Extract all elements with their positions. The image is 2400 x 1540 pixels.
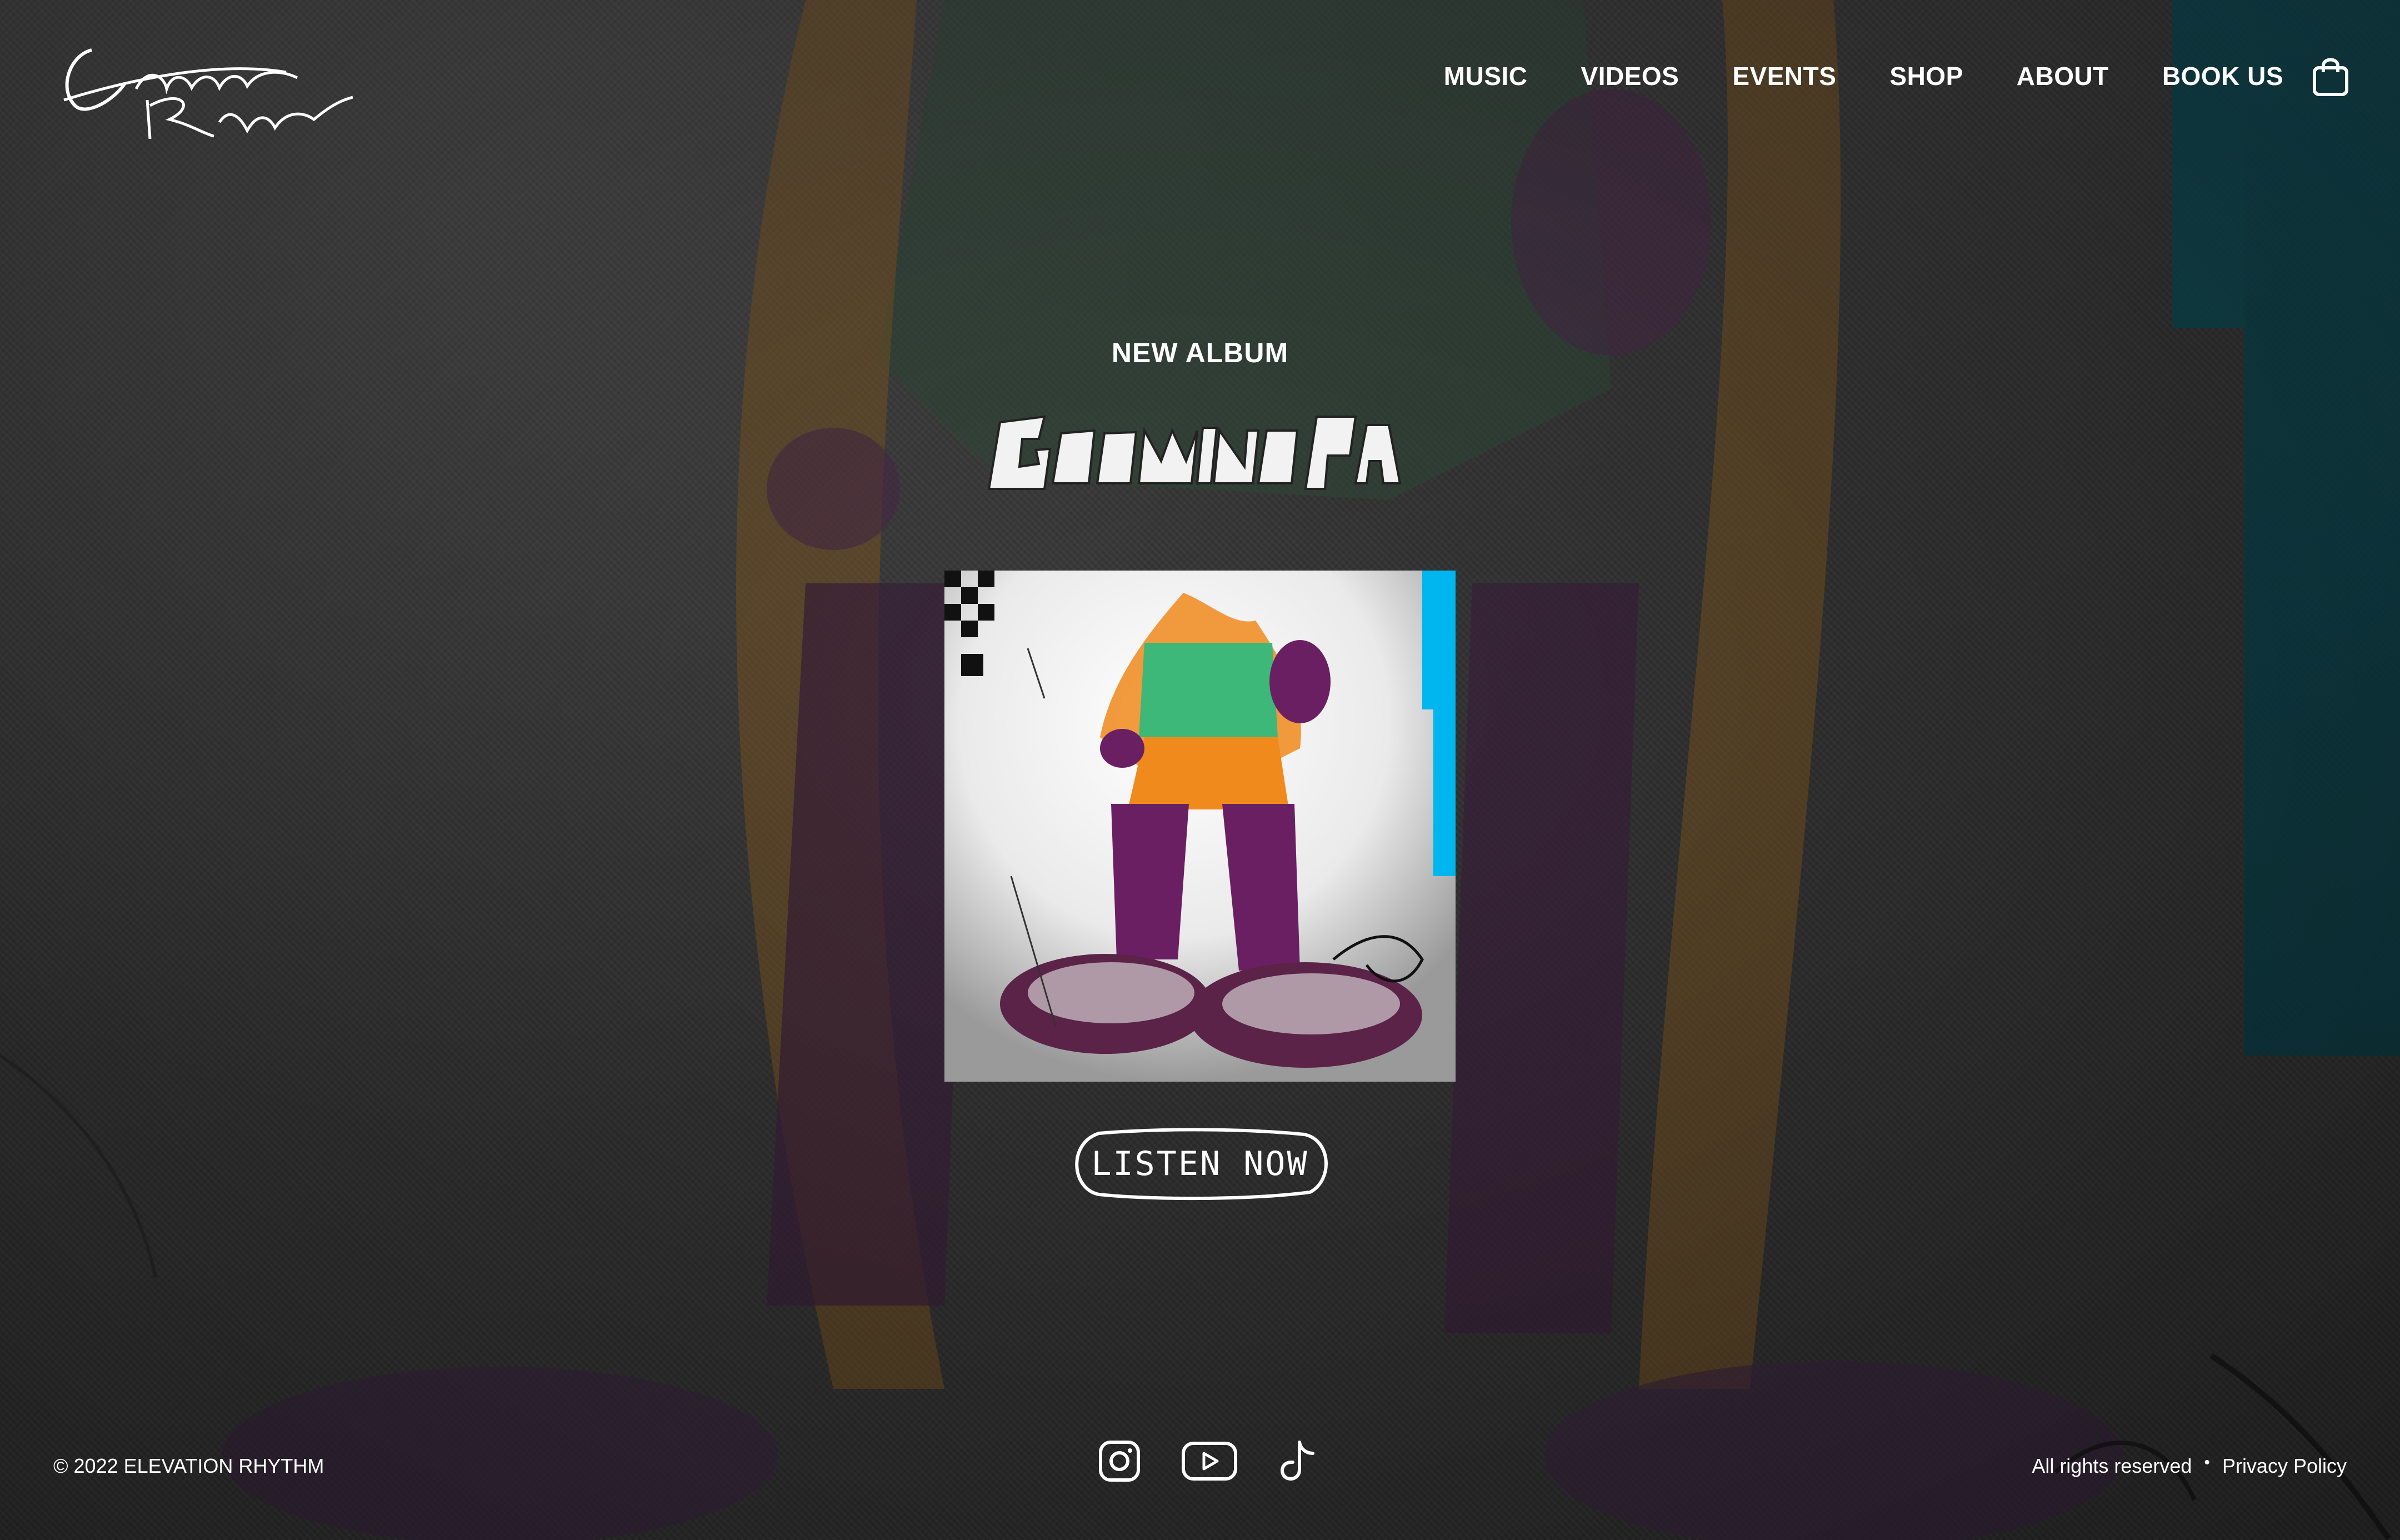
tiktok-icon[interactable] [1277,1439,1322,1483]
separator-dot: • [2204,1453,2210,1472]
nav-book-us[interactable]: BOOK US [2162,61,2283,91]
album-cover-illustration [944,571,1456,1082]
youtube-icon[interactable] [1181,1439,1238,1483]
script-logo-mark [63,48,353,139]
shopping-bag-icon[interactable] [2311,56,2350,98]
elevation-rhythm-logo[interactable] [53,22,353,144]
privacy-policy-link[interactable]: Privacy Policy [2222,1454,2347,1478]
rights-text: All rights reserved [2032,1454,2192,1477]
listen-now-label: LISTEN NOW [1091,1144,1309,1183]
new-album-label: NEW ALBUM [1111,337,1289,368]
instagram-icon[interactable] [1097,1439,1142,1483]
album-cover-art[interactable] [944,571,1456,1082]
social-links [1097,1439,1322,1483]
nav-events[interactable]: EVENTS [1732,61,1836,91]
album-title-logotype [978,400,1411,500]
nav-music[interactable]: MUSIC [1444,61,1528,91]
main-nav: MUSIC VIDEOS EVENTS SHOP ABOUT BOOK US [1444,61,2283,91]
legal-links: All rights reserved • Privacy Policy [2032,1453,2347,1478]
listen-now-button[interactable]: LISTEN NOW [1066,1127,1334,1201]
copyright-text: © 2022 ELEVATION RHYTHM [53,1454,324,1477]
nav-shop[interactable]: SHOP [1889,61,1963,91]
nav-about[interactable]: ABOUT [2017,61,2109,91]
nav-videos[interactable]: VIDEOS [1581,61,1679,91]
